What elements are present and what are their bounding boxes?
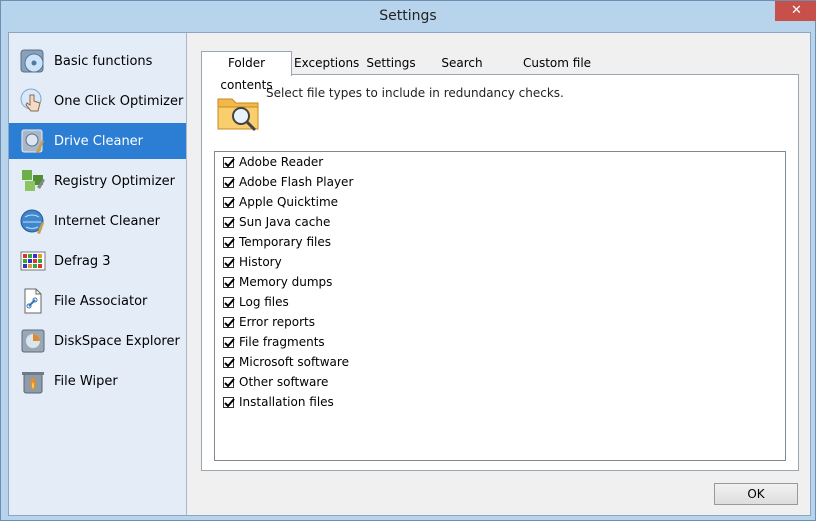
drive-broom-icon (21, 129, 44, 153)
file-type-label: Microsoft software (239, 355, 349, 369)
checkbox[interactable] (223, 356, 235, 368)
defrag-grid-icon (20, 251, 46, 271)
sidebar-item-one-click-optimizer[interactable]: One Click Optimizer (9, 83, 186, 119)
sidebar-item-basic-functions[interactable]: Basic functions (9, 43, 186, 79)
checkbox[interactable] (223, 336, 235, 348)
sidebar-item-label: Basic functions (54, 53, 153, 69)
checkbox[interactable] (223, 156, 235, 168)
file-type-label: Adobe Reader (239, 155, 324, 169)
file-type-label: File fragments (239, 335, 325, 349)
sidebar-item-registry-optimizer[interactable]: Registry Optimizer (9, 163, 186, 199)
file-type-label: Log files (239, 295, 289, 309)
window-title: Settings (379, 8, 437, 24)
sidebar-item-label: File Wiper (54, 373, 118, 389)
file-type-label: Adobe Flash Player (239, 175, 354, 189)
tab-search-drives[interactable]: Search drives (424, 52, 500, 92)
file-type-label: Error reports (239, 315, 315, 329)
settings-window: Settings ✕ Basic functions One Click Opt… (0, 0, 816, 521)
globe-broom-icon (20, 209, 44, 234)
file-type-label: Sun Java cache (239, 215, 331, 229)
checkbox[interactable] (223, 316, 235, 328)
title-bar: Settings ✕ (1, 1, 816, 32)
file-type-label: Other software (239, 375, 329, 389)
tab-custom-file-filters[interactable]: Custom file filters (507, 52, 607, 92)
sidebar-item-label: DiskSpace Explorer (54, 333, 180, 349)
ok-button[interactable]: OK (714, 483, 798, 505)
checkbox[interactable] (223, 236, 235, 248)
disc-icon (20, 49, 44, 73)
checkbox[interactable] (223, 296, 235, 308)
sidebar-item-defrag-3[interactable]: Defrag 3 (9, 243, 186, 279)
checkbox[interactable] (223, 256, 235, 268)
panel-description: Select file types to include in redundan… (266, 86, 564, 100)
list-item[interactable]: Temporary files (223, 232, 331, 252)
list-item[interactable]: Sun Java cache (223, 212, 330, 232)
list-item[interactable]: Apple Quicktime (223, 192, 338, 212)
tab-settings[interactable]: Settings (365, 52, 417, 74)
sidebar-item-file-wiper[interactable]: File Wiper (9, 363, 186, 399)
file-type-label: Memory dumps (239, 275, 333, 289)
trash-fire-icon (22, 372, 44, 394)
sidebar-item-label: Defrag 3 (54, 253, 111, 269)
registry-blocks-icon (22, 170, 45, 191)
main-panel: Folder contents Exceptions Settings Sear… (187, 33, 810, 515)
checkbox[interactable] (223, 276, 235, 288)
close-button[interactable]: ✕ (775, 1, 816, 21)
sidebar-item-label: Registry Optimizer (54, 173, 175, 189)
sidebar-item-label: Drive Cleaner (54, 133, 144, 149)
tab-folder-contents[interactable]: Folder contents (201, 51, 292, 92)
checkbox[interactable] (223, 176, 235, 188)
list-item[interactable]: Memory dumps (223, 272, 332, 292)
file-types-list: Adobe Reader Adobe Flash Player Apple Qu… (214, 151, 786, 461)
checkbox[interactable] (223, 216, 235, 228)
file-link-icon (24, 288, 42, 314)
sidebar-item-diskspace-explorer[interactable]: DiskSpace Explorer (9, 323, 186, 359)
close-icon: ✕ (791, 3, 802, 18)
checkbox[interactable] (223, 376, 235, 388)
file-type-label: History (239, 255, 282, 269)
list-item[interactable]: Other software (223, 372, 328, 392)
folder-contents-panel: Select file types to include in redundan… (201, 74, 799, 471)
list-item[interactable]: Installation files (223, 392, 334, 412)
checkbox[interactable] (223, 396, 235, 408)
sidebar-item-internet-cleaner[interactable]: Internet Cleaner (9, 203, 186, 239)
sidebar-item-label: File Associator (54, 293, 148, 309)
list-item[interactable]: Adobe Reader (223, 152, 323, 172)
client-area: Basic functions One Click Optimizer Driv… (8, 32, 811, 516)
list-item[interactable]: Error reports (223, 312, 315, 332)
checkbox[interactable] (223, 196, 235, 208)
disk-chart-icon (21, 329, 45, 353)
list-item[interactable]: Log files (223, 292, 289, 312)
list-item[interactable]: Microsoft software (223, 352, 349, 372)
file-type-label: Temporary files (239, 235, 331, 249)
sidebar-item-file-associator[interactable]: File Associator (9, 283, 186, 319)
file-type-label: Installation files (239, 395, 334, 409)
hand-click-icon (20, 88, 42, 112)
list-item[interactable]: Adobe Flash Player (223, 172, 353, 192)
sidebar-item-label: One Click Optimizer (54, 93, 184, 109)
sidebar-item-drive-cleaner[interactable]: Drive Cleaner (9, 123, 186, 159)
tab-exceptions[interactable]: Exceptions (294, 52, 359, 74)
sidebar: Basic functions One Click Optimizer Driv… (9, 33, 187, 515)
list-item[interactable]: History (223, 252, 282, 272)
sidebar-item-label: Internet Cleaner (54, 213, 160, 229)
file-type-label: Apple Quicktime (239, 195, 339, 209)
list-item[interactable]: File fragments (223, 332, 325, 352)
